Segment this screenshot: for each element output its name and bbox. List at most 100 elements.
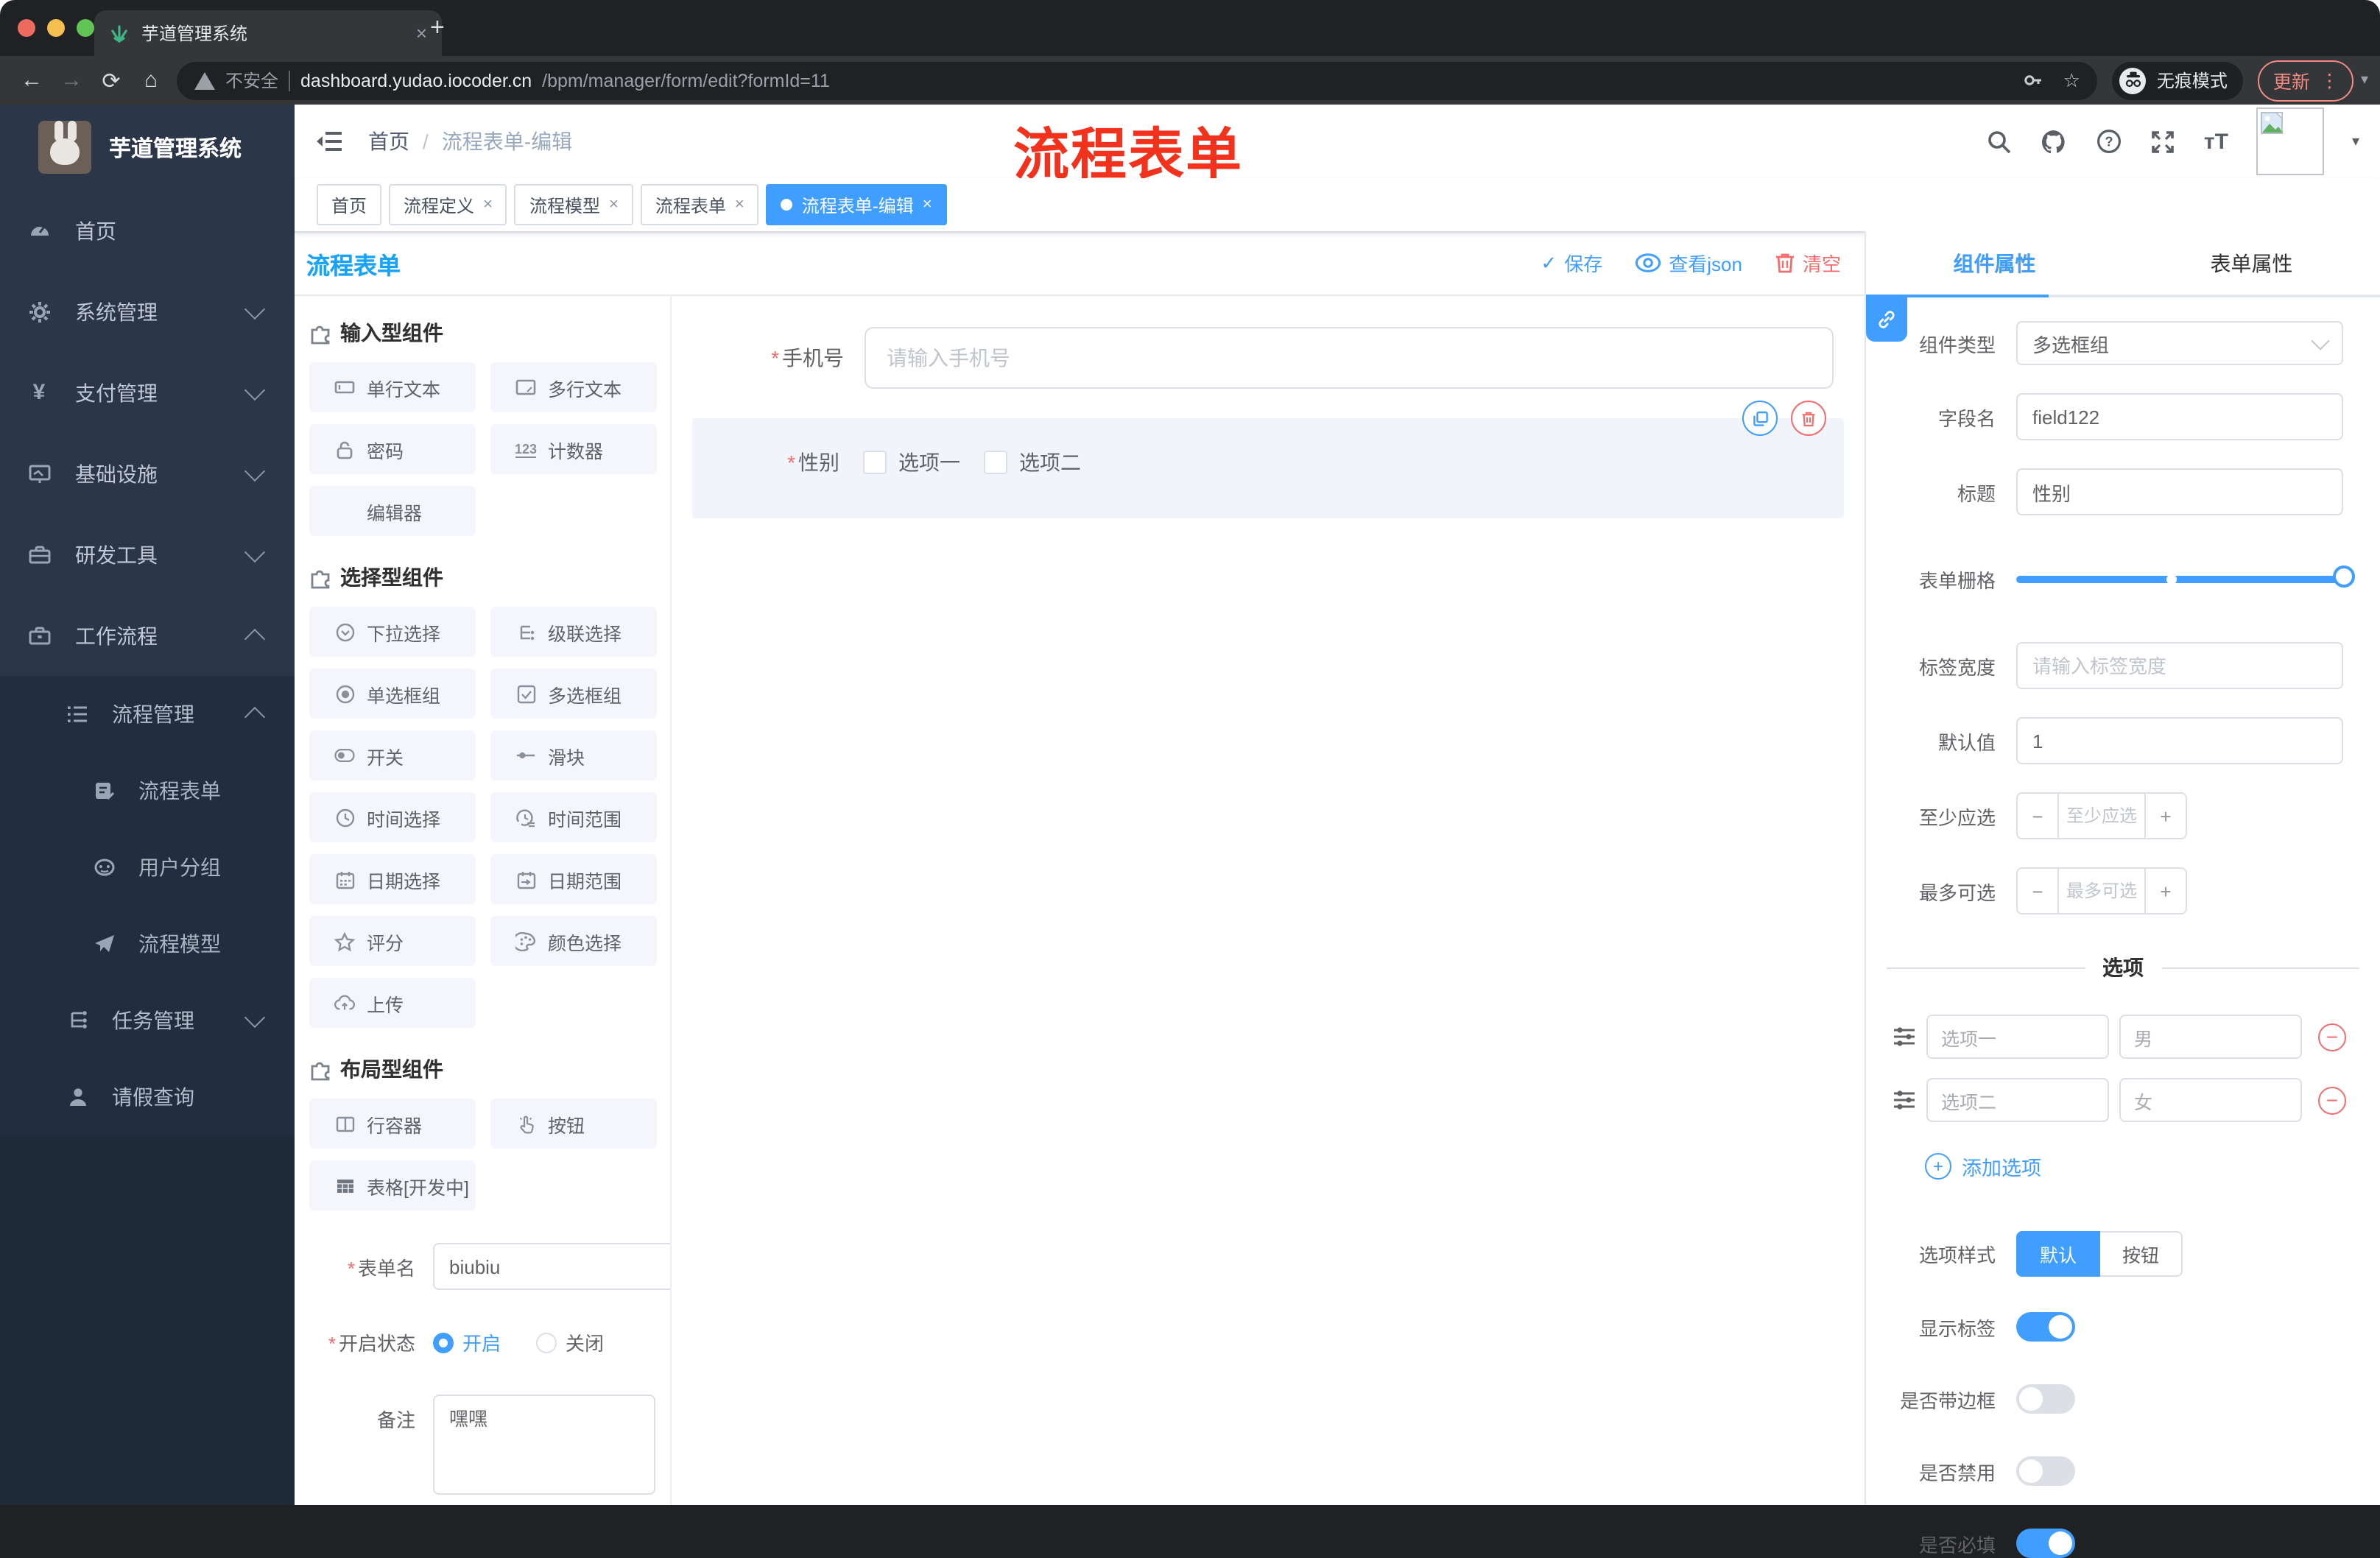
- browser-tab[interactable]: 芋道管理系统 ×: [94, 10, 442, 56]
- sidebar-item-task-mgmt[interactable]: 任务管理: [0, 982, 295, 1059]
- view-json-button[interactable]: 查看json: [1635, 249, 1742, 277]
- drag-handle-icon[interactable]: [1893, 1088, 1916, 1112]
- remove-option-icon[interactable]: −: [2318, 1023, 2346, 1051]
- border-toggle[interactable]: [2016, 1384, 2075, 1414]
- status-on-radio[interactable]: 开启: [433, 1328, 501, 1356]
- help-icon[interactable]: ?: [2096, 128, 2123, 155]
- github-icon[interactable]: [2041, 127, 2069, 155]
- font-size-icon[interactable]: тT: [2204, 129, 2228, 154]
- remove-option-icon[interactable]: −: [2318, 1086, 2346, 1114]
- maximize-window-button[interactable]: [77, 19, 94, 37]
- sidebar-item-payment[interactable]: ¥ 支付管理: [0, 352, 295, 433]
- bookmark-star-icon[interactable]: ☆: [2063, 68, 2080, 92]
- browser-update-button[interactable]: 更新 ⋮: [2258, 60, 2353, 101]
- form-name-input[interactable]: [433, 1243, 670, 1290]
- radio-on-icon[interactable]: [433, 1332, 454, 1353]
- component-slider[interactable]: 滑块: [490, 730, 657, 780]
- increment-button[interactable]: +: [2144, 794, 2186, 838]
- add-option-button[interactable]: + 添加选项: [1925, 1152, 2380, 1181]
- tag-home[interactable]: 首页: [317, 184, 382, 225]
- sidebar-item-process-mgmt[interactable]: 流程管理: [0, 676, 295, 752]
- password-key-icon[interactable]: [2022, 69, 2044, 91]
- search-icon[interactable]: [1988, 129, 2013, 154]
- label-width-input[interactable]: [2016, 642, 2343, 689]
- close-window-button[interactable]: [18, 19, 35, 37]
- component-color-picker[interactable]: 颜色选择: [490, 916, 657, 966]
- component-date-picker[interactable]: 日期选择: [309, 854, 476, 904]
- new-tab-button[interactable]: +: [430, 13, 445, 43]
- title-input[interactable]: [2016, 468, 2343, 515]
- tag-process-form-edit[interactable]: 流程表单-编辑 ×: [766, 184, 947, 225]
- component-multi-text[interactable]: 多行文本: [490, 362, 657, 412]
- tab-component-props[interactable]: 组件属性: [1866, 231, 2123, 295]
- component-checkbox-group[interactable]: 多选框组: [490, 669, 657, 719]
- required-toggle[interactable]: [2016, 1529, 2075, 1558]
- option-label-input[interactable]: [1926, 1015, 2109, 1059]
- style-button-button[interactable]: 按钮: [2100, 1231, 2183, 1277]
- selected-component-gender[interactable]: * 性别 选项一 选项二: [692, 401, 1844, 518]
- min-select-input[interactable]: [2059, 794, 2144, 838]
- max-select-input[interactable]: [2059, 869, 2144, 913]
- component-select[interactable]: 下拉选择: [309, 607, 476, 657]
- option-label-input[interactable]: [1926, 1078, 2109, 1122]
- component-single-text[interactable]: 单行文本: [309, 362, 476, 412]
- slider-handle[interactable]: [2333, 565, 2355, 587]
- sidebar-item-process-model[interactable]: 流程模型: [0, 906, 295, 982]
- status-off-radio[interactable]: 关闭: [536, 1328, 604, 1356]
- clear-button[interactable]: 清空: [1775, 249, 1841, 277]
- form-remark-textarea[interactable]: 嘿嘿: [433, 1395, 655, 1495]
- radio-off-icon[interactable]: [536, 1332, 557, 1353]
- component-time-picker[interactable]: 时间选择: [309, 792, 476, 842]
- browser-menu-dots-icon[interactable]: ⋮: [2320, 69, 2339, 91]
- tag-process-definition[interactable]: 流程定义 ×: [389, 184, 507, 225]
- sidebar-logo[interactable]: 芋道管理系统: [0, 105, 295, 190]
- back-icon[interactable]: ←: [12, 68, 52, 93]
- avatar-caret-icon[interactable]: ▾: [2352, 133, 2359, 149]
- component-counter[interactable]: 123 计数器: [490, 424, 657, 474]
- disabled-toggle[interactable]: [2016, 1456, 2075, 1486]
- link-toggle-button[interactable]: [1866, 297, 1907, 342]
- security-label[interactable]: 不安全: [225, 68, 278, 93]
- component-time-range[interactable]: 时间范围: [490, 792, 657, 842]
- decrement-button[interactable]: −: [2018, 794, 2059, 838]
- field-name-input[interactable]: [2016, 393, 2343, 440]
- checkbox-option2[interactable]: [984, 451, 1007, 474]
- component-row-container[interactable]: 行容器: [309, 1099, 476, 1149]
- phone-field-row[interactable]: * 手机号: [672, 327, 1865, 389]
- default-value-input[interactable]: [2016, 717, 2343, 764]
- component-rate[interactable]: 评分: [309, 916, 476, 966]
- sidebar-item-process-form[interactable]: 流程表单: [0, 752, 295, 829]
- hamburger-icon[interactable]: [315, 130, 342, 153]
- tag-close-icon[interactable]: ×: [735, 196, 744, 214]
- sidebar-item-infra[interactable]: 基础设施: [0, 433, 295, 514]
- component-upload[interactable]: 上传: [309, 978, 476, 1028]
- option-value-input[interactable]: [2119, 1078, 2302, 1122]
- checkbox-option1[interactable]: [863, 451, 887, 474]
- save-button[interactable]: ✓ 保存: [1541, 249, 1602, 277]
- component-type-select[interactable]: 多选框组: [2016, 321, 2343, 365]
- avatar[interactable]: [2256, 107, 2324, 175]
- copy-component-icon[interactable]: [1742, 401, 1778, 436]
- form-grid-slider[interactable]: [2016, 557, 2355, 601]
- tab-close-icon[interactable]: ×: [416, 22, 427, 44]
- breadcrumb-home[interactable]: 首页: [368, 127, 409, 156]
- tag-close-icon[interactable]: ×: [609, 196, 619, 214]
- component-date-range[interactable]: 日期范围: [490, 854, 657, 904]
- minimize-window-button[interactable]: [47, 19, 65, 37]
- component-radio-group[interactable]: 单选框组: [309, 669, 476, 719]
- show-label-toggle[interactable]: [2016, 1312, 2075, 1342]
- fullscreen-icon[interactable]: [2151, 129, 2176, 154]
- drag-handle-icon[interactable]: [1893, 1025, 1916, 1048]
- sidebar-item-home[interactable]: 首页: [0, 190, 295, 271]
- option-value-input[interactable]: [2119, 1015, 2302, 1059]
- tag-process-model[interactable]: 流程模型 ×: [514, 184, 633, 225]
- tag-close-icon[interactable]: ×: [923, 196, 932, 214]
- chrome-caret-icon[interactable]: ▾: [2361, 72, 2368, 88]
- increment-button[interactable]: +: [2144, 869, 2186, 913]
- phone-input[interactable]: [865, 327, 1834, 389]
- component-table[interactable]: 表格[开发中]: [309, 1160, 476, 1210]
- sidebar-item-workflow[interactable]: 工作流程: [0, 595, 295, 676]
- sidebar-item-leave-query[interactable]: 请假查询: [0, 1059, 295, 1135]
- tag-process-form[interactable]: 流程表单 ×: [640, 184, 759, 225]
- home-icon[interactable]: ⌂: [131, 68, 171, 93]
